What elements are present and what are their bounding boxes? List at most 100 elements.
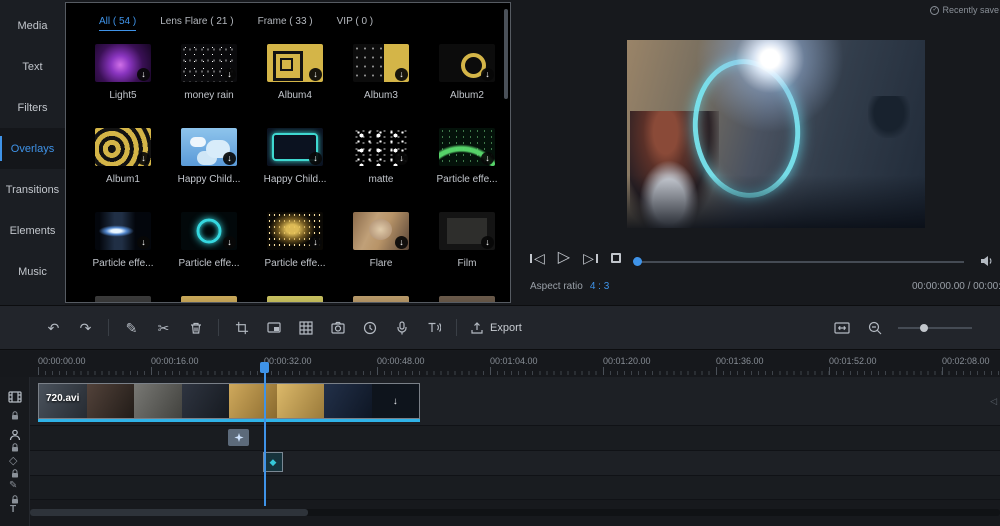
download-icon[interactable]: ↓ — [309, 68, 322, 81]
stop-button[interactable] — [611, 253, 621, 263]
timeline-pip-clip[interactable] — [228, 429, 249, 446]
overlay-thumbnail[interactable] — [95, 296, 151, 303]
download-icon[interactable]: ↓ — [137, 68, 150, 81]
overlay-thumbnail[interactable]: ↓ — [181, 212, 237, 250]
previous-frame-button[interactable]: ◁ — [530, 251, 545, 265]
overlay-thumbnail[interactable]: ↓ — [181, 44, 237, 82]
timeline-video-clip[interactable]: ↓ — [38, 383, 420, 419]
aspect-ratio-value[interactable]: 4 : 3 — [590, 281, 609, 292]
overlay-item[interactable] — [424, 289, 510, 303]
picture-in-picture-button[interactable] — [264, 318, 283, 338]
sidebar-item-elements[interactable]: Elements — [0, 210, 65, 251]
sidebar-item-overlays[interactable]: Overlays — [0, 128, 65, 169]
tab-frame[interactable]: Frame ( 33 ) — [258, 16, 313, 31]
fit-timeline-button[interactable] — [832, 318, 851, 338]
overlay-thumbnail[interactable]: ↓ — [353, 212, 409, 250]
overlay-thumbnail[interactable]: ↓ — [353, 44, 409, 82]
overlay-item[interactable] — [166, 289, 252, 303]
overlay-thumbnail[interactable] — [181, 296, 237, 303]
volume-icon[interactable] — [979, 254, 994, 273]
timeline-ruler[interactable]: 00:00:00.00 00:00:16.00 00:00:32.00 00:0… — [0, 351, 1000, 377]
timeline-zoom-slider[interactable] — [898, 327, 972, 329]
download-icon[interactable]: ↓ — [395, 236, 408, 249]
overlay-item[interactable] — [252, 289, 338, 303]
split-scissors-button[interactable]: ✂ — [154, 318, 173, 338]
delete-button[interactable] — [186, 318, 205, 338]
overlay-item[interactable]: ↓ Light5 — [80, 37, 166, 121]
overlay-item[interactable]: ↓ Happy Child... — [166, 121, 252, 205]
overlay-thumbnail[interactable]: ↓ — [181, 128, 237, 166]
download-icon[interactable]: ↓ — [137, 152, 150, 165]
tab-lens-flare[interactable]: Lens Flare ( 21 ) — [160, 16, 233, 31]
overlay-item[interactable]: ↓ matte — [338, 121, 424, 205]
edit-button[interactable]: ✎ — [122, 318, 141, 338]
sidebar-item-media[interactable]: Media — [0, 5, 65, 46]
sidebar-item-filters[interactable]: Filters — [0, 87, 65, 128]
preview-seekbar[interactable] — [636, 261, 964, 263]
record-voiceover-button[interactable] — [392, 318, 411, 338]
download-icon[interactable]: ↓ — [223, 68, 236, 81]
overlay-item[interactable]: ↓ Flare — [338, 205, 424, 289]
overlay-item[interactable] — [338, 289, 424, 303]
lock-icon[interactable] — [11, 411, 19, 420]
overlay-item[interactable]: ↓ Album3 — [338, 37, 424, 121]
sidebar-item-text[interactable]: Text — [0, 46, 65, 87]
overlay-item[interactable]: ↓ Film — [424, 205, 510, 289]
overlay-item[interactable]: ↓ Album2 — [424, 37, 510, 121]
overlay-thumbnail[interactable] — [267, 296, 323, 303]
download-icon[interactable]: ↓ — [481, 68, 494, 81]
sidebar-item-transitions[interactable]: Transitions — [0, 169, 65, 210]
download-icon[interactable]: ↓ — [481, 152, 494, 165]
overlay-item[interactable]: ↓ Album1 — [80, 121, 166, 205]
lock-icon[interactable] — [11, 443, 19, 452]
mosaic-button[interactable] — [296, 318, 315, 338]
overlay-thumbnail[interactable]: ↓ — [95, 44, 151, 82]
export-button[interactable]: Export — [470, 321, 522, 335]
overlay-item[interactable]: ↓ Particle effe... — [166, 205, 252, 289]
overlay-item[interactable] — [80, 289, 166, 303]
undo-button[interactable]: ↶ — [44, 318, 63, 338]
playhead-handle[interactable] — [260, 362, 269, 373]
download-icon[interactable]: ↓ — [395, 152, 408, 165]
snapshot-button[interactable] — [328, 318, 347, 338]
download-icon[interactable]: ↓ — [309, 152, 322, 165]
tab-vip[interactable]: VIP ( 0 ) — [337, 16, 374, 31]
overlay-thumbnail[interactable]: ↓ — [439, 128, 495, 166]
timeline-effect-clip[interactable]: ◆ — [263, 452, 283, 472]
overlay-item[interactable]: ↓ money rain — [166, 37, 252, 121]
overlay-thumbnail[interactable]: ↓ — [267, 128, 323, 166]
crop-button[interactable] — [232, 318, 251, 338]
overlay-thumbnail[interactable]: ↓ — [353, 128, 409, 166]
overlay-thumbnail[interactable]: ↓ — [267, 44, 323, 82]
collapse-track-arrow[interactable]: ◁ — [990, 396, 997, 407]
download-icon[interactable]: ↓ — [481, 236, 494, 249]
sidebar-item-music[interactable]: Music — [0, 251, 65, 292]
tab-all[interactable]: All ( 54 ) — [99, 16, 136, 31]
download-icon[interactable]: ↓ — [395, 68, 408, 81]
timeline-zoom-knob[interactable] — [920, 324, 928, 332]
overlay-thumbnail[interactable]: ↓ — [439, 44, 495, 82]
lock-icon[interactable] — [11, 495, 19, 504]
overlay-thumbnail[interactable]: ↓ — [95, 128, 151, 166]
next-frame-button[interactable]: ▷ — [583, 251, 598, 265]
overlay-item[interactable]: ↓ Particle effe... — [80, 205, 166, 289]
playhead[interactable] — [264, 364, 266, 506]
timeline-hscrollbar-thumb[interactable] — [30, 509, 308, 516]
play-button[interactable]: ▷ — [558, 250, 570, 266]
zoom-out-button[interactable] — [865, 318, 884, 338]
overlay-item[interactable]: ↓ Particle effe... — [424, 121, 510, 205]
text-to-speech-button[interactable] — [424, 318, 443, 338]
overlay-item[interactable]: ↓ Album4 — [252, 37, 338, 121]
overlay-thumbnail[interactable]: ↓ — [267, 212, 323, 250]
overlay-thumbnail[interactable] — [439, 296, 495, 303]
lock-icon[interactable] — [11, 469, 19, 478]
download-icon[interactable]: ↓ — [223, 236, 236, 249]
download-icon[interactable]: ↓ — [137, 236, 150, 249]
redo-button[interactable]: ↷ — [76, 318, 95, 338]
overlay-thumbnail[interactable] — [353, 296, 409, 303]
download-icon[interactable]: ↓ — [223, 152, 236, 165]
overlay-item[interactable]: ↓ Happy Child... — [252, 121, 338, 205]
overlay-item[interactable]: ↓ Particle effe... — [252, 205, 338, 289]
overlay-thumbnail[interactable]: ↓ — [95, 212, 151, 250]
panel-scrollbar[interactable] — [504, 9, 508, 99]
